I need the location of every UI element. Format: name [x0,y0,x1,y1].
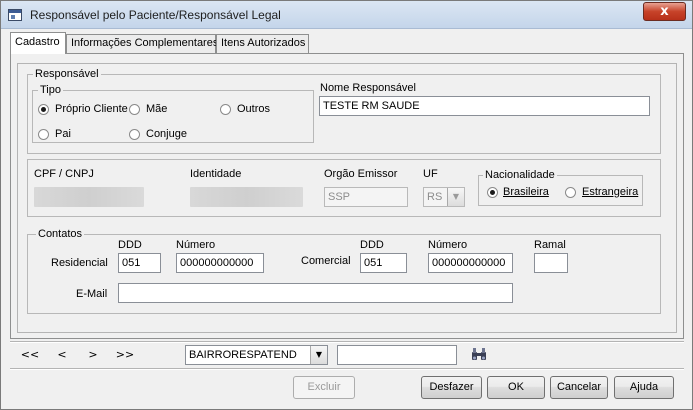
contatos-group: Contatos DDD Número DDD Número Ramal Res… [27,228,661,314]
nacionalidade-legend: Nacionalidade [483,169,557,181]
comercial-label: Comercial [301,255,351,267]
title-bar[interactable]: Responsável pelo Paciente/Responsável Le… [1,1,692,29]
radio-label: Brasileira [503,186,549,198]
radio-button[interactable] [129,104,140,115]
ok-button[interactable]: OK [487,376,545,399]
radio-label: Próprio Cliente [55,103,128,115]
radio-button[interactable] [129,129,140,140]
residencial-numero-label: Número [176,239,216,251]
ajuda-button-label: Ajuda [629,381,659,393]
nacionalidade-group: Nacionalidade Brasileira Estrangeira [478,169,643,206]
chevron-down-icon[interactable]: ▼ [310,346,327,364]
documento-group: CPF / CNPJ Identidade Orgão Emissor SSP … [27,159,661,217]
form-frame: Responsável Tipo Próprio Cliente Mãe Out… [17,63,677,333]
responsavel-group: Responsável Tipo Próprio Cliente Mãe Out… [27,68,661,154]
radio-label: Outros [237,103,271,115]
uf-label: UF [423,168,438,180]
contatos-legend: Contatos [36,228,85,240]
ramal-input[interactable] [534,253,568,273]
residencial-ddd-input[interactable]: 051 [118,253,161,273]
excluir-button[interactable]: Excluir [293,376,355,399]
email-label: E-Mail [76,288,108,300]
ramal-label: Ramal [534,239,566,251]
radio-button[interactable] [565,187,576,198]
cancelar-button-label: Cancelar [556,381,602,393]
tipo-group: Tipo Próprio Cliente Mãe Outros Pai Conj… [32,84,314,143]
email-input[interactable] [118,283,513,303]
uf-select[interactable]: RS ▼ [423,187,465,207]
search-field-select[interactable]: BAIRRORESPATEND ▼ [185,345,328,365]
search-input[interactable] [337,345,457,365]
chevron-down-icon[interactable]: ▼ [447,188,464,206]
comercial-ddd-label: DDD [360,239,384,251]
orgao-emissor-input[interactable]: SSP [324,187,408,207]
orgao-emissor-label: Orgão Emissor [324,168,398,180]
navigation-separator-bottom [10,368,684,370]
last-record-button[interactable]: >> [115,347,135,363]
tab-panel-cadastro: Responsável Tipo Próprio Cliente Mãe Out… [10,53,684,339]
responsavel-legend: Responsável [33,68,101,80]
ok-button-label: OK [508,381,524,393]
comercial-numero-input[interactable]: 000000000000 [428,253,513,273]
cpf-cnpj-label: CPF / CNPJ [34,168,94,180]
identidade-label: Identidade [190,168,242,180]
residencial-label: Residencial [51,257,108,269]
nome-responsavel-input[interactable]: TESTE RM SAUDE [319,96,650,116]
residencial-numero-input[interactable]: 000000000000 [176,253,264,273]
radio-label: Pai [55,128,71,140]
tipo-legend: Tipo [38,84,63,96]
tab-cadastro[interactable]: Cadastro [10,32,66,54]
first-record-button[interactable]: << [20,347,40,363]
uf-select-value: RS [427,191,443,203]
radio-button-checked[interactable] [487,187,498,198]
comercial-ddd-input[interactable]: 051 [360,253,407,273]
nome-responsavel-label: Nome Responsável [320,82,416,94]
residencial-ddd-label: DDD [118,239,142,251]
comercial-numero-label: Número [428,239,468,251]
close-button[interactable]: x [643,2,686,21]
radio-button[interactable] [38,129,49,140]
window-icon [8,9,22,21]
window-title: Responsável pelo Paciente/Responsável Le… [30,8,281,22]
dialog-window: Responsável pelo Paciente/Responsável Le… [0,0,693,410]
search-field-value: BAIRRORESPATEND [189,349,297,361]
next-record-button[interactable]: > [83,347,103,363]
radio-label: Estrangeira [582,186,639,198]
tab-informacoes-complementares[interactable]: Informações Complementares [66,34,218,53]
identidade-input[interactable] [190,187,303,207]
navigation-separator-top [10,341,684,343]
radio-label: Mãe [146,103,168,115]
ajuda-button[interactable]: Ajuda [614,376,674,399]
previous-record-button[interactable]: < [52,347,72,363]
radio-button-checked[interactable] [38,104,49,115]
radio-label: Conjuge [146,128,187,140]
cpf-cnpj-input[interactable] [34,187,144,207]
desfazer-button-label: Desfazer [429,381,474,393]
binoculars-icon[interactable] [471,346,487,362]
cancelar-button[interactable]: Cancelar [550,376,608,399]
radio-button[interactable] [220,104,231,115]
tab-itens-autorizados[interactable]: Itens Autorizados [216,34,309,53]
desfazer-button[interactable]: Desfazer [421,376,482,399]
excluir-button-label: Excluir [307,381,341,393]
